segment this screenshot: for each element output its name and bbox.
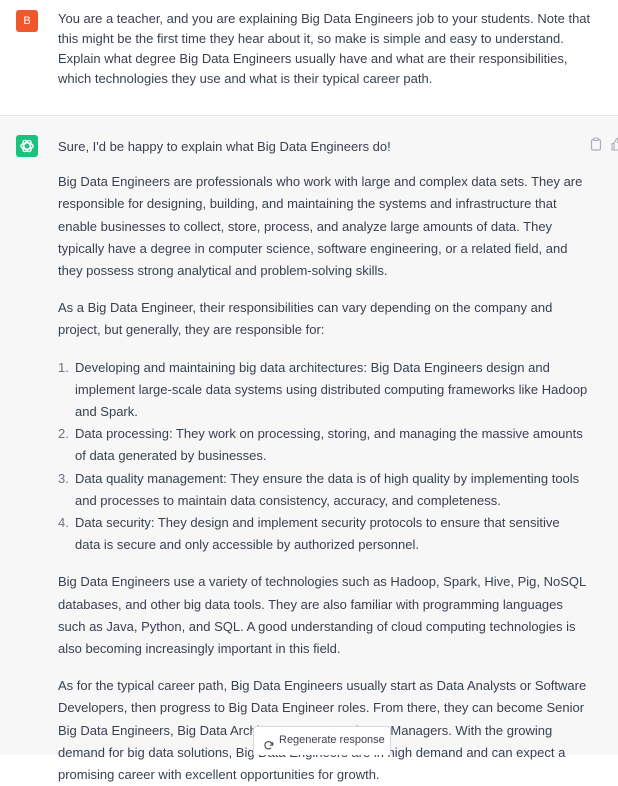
- assistant-paragraph-intro: Big Data Engineers are professionals who…: [58, 174, 583, 279]
- user-message-text: You are a teacher, and you are explainin…: [58, 11, 591, 86]
- assistant-paragraph-responsibilities: As a Big Data Engineer, their responsibi…: [58, 300, 553, 338]
- list-item-number: 1.: [58, 359, 69, 375]
- regenerate-response-button[interactable]: Regenerate response: [253, 726, 391, 755]
- assistant-message-row: Sure, I'd be happy to explain what Big D…: [0, 116, 618, 782]
- list-item: 1. Developing and maintaining big data ar…: [58, 357, 588, 424]
- list-item-text: Data processing: They work on processing…: [75, 426, 583, 464]
- assistant-message-body: Sure, I'd be happy to explain what Big D…: [58, 136, 588, 786]
- list-item: 4. Data security: They design and impleme…: [58, 512, 588, 556]
- list-item-number: 3.: [58, 470, 69, 486]
- regenerate-label: Regenerate response: [279, 734, 385, 746]
- list-item: 2. Data processing: They work on processi…: [58, 423, 588, 467]
- list-item-text: Data security: They design and implement…: [75, 515, 560, 553]
- openai-logo-icon: [16, 135, 38, 157]
- assistant-greeting: Sure, I'd be happy to explain what Big D…: [58, 139, 391, 154]
- refresh-icon: [263, 735, 274, 762]
- clipboard-icon[interactable]: [590, 137, 602, 156]
- list-item: 3. Data quality management: They ensure t…: [58, 468, 588, 512]
- assistant-paragraph-technologies: Big Data Engineers use a variety of tech…: [58, 574, 586, 657]
- list-item-number: 2.: [58, 426, 69, 442]
- user-message-row: B You are a teacher, and you are explain…: [0, 0, 618, 116]
- thumbs-up-icon[interactable]: [611, 137, 618, 156]
- list-item-text: Developing and maintaining big data arch…: [75, 359, 588, 420]
- user-avatar: B: [16, 10, 38, 32]
- responsibilities-list: 1. Developing and maintaining big data ar…: [58, 357, 588, 557]
- list-item-number: 4.: [58, 515, 69, 531]
- list-item-text: Data quality management: They ensure the…: [75, 470, 580, 508]
